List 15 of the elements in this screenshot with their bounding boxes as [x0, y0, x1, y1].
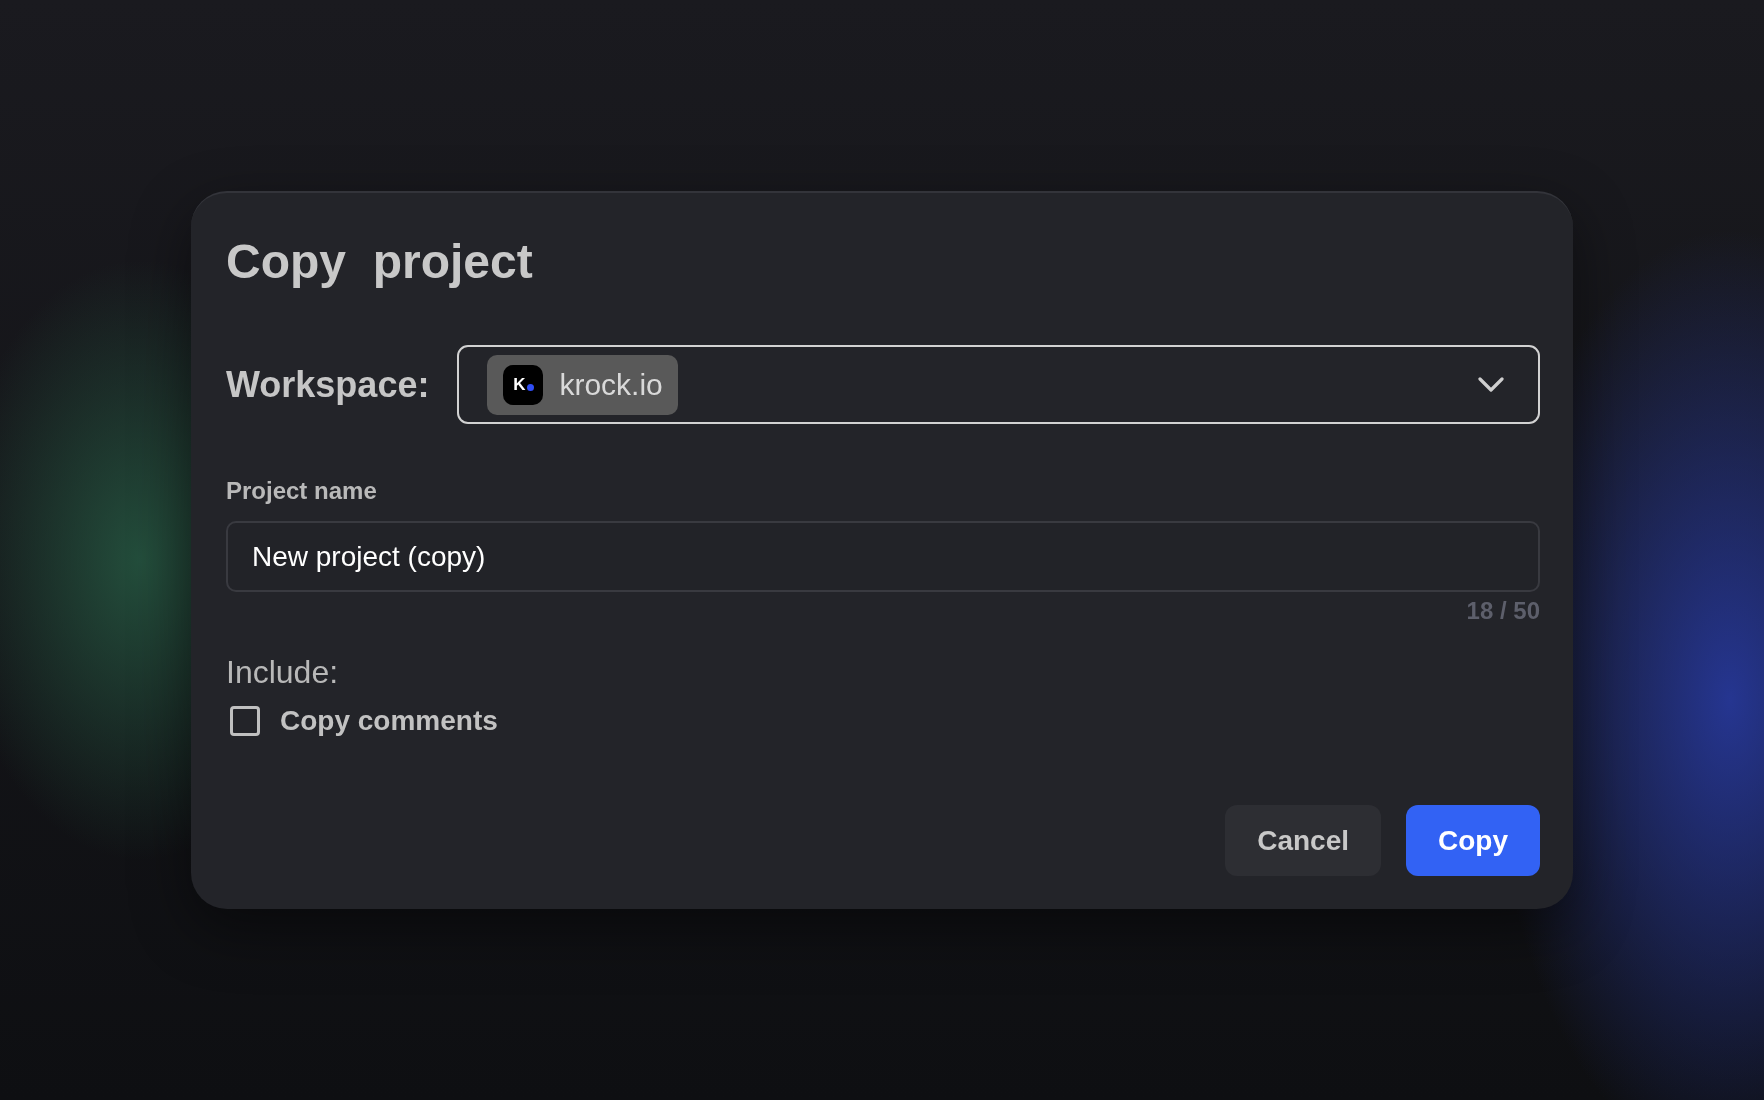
dot-icon [526, 384, 534, 391]
dialog-title: Copy project [226, 234, 533, 290]
workspace-name: krock.io [559, 367, 663, 402]
project-name-input[interactable]: New project (copy) [226, 521, 1540, 592]
checkbox-label[interactable]: Copy comments [280, 705, 498, 737]
copy-button[interactable]: Copy [1406, 805, 1540, 876]
logo-letter: K [513, 376, 526, 393]
cancel-button[interactable]: Cancel [1225, 805, 1381, 876]
workspace-select[interactable]: K krock.io [457, 345, 1540, 424]
project-name-label: Project name [226, 476, 377, 505]
workspace-label: Workspace: [226, 363, 430, 406]
checkbox[interactable] [230, 706, 260, 736]
chevron-down-icon [1478, 376, 1504, 393]
character-counter: 18 / 50 [1466, 596, 1540, 625]
include-label: Include: [226, 653, 339, 691]
